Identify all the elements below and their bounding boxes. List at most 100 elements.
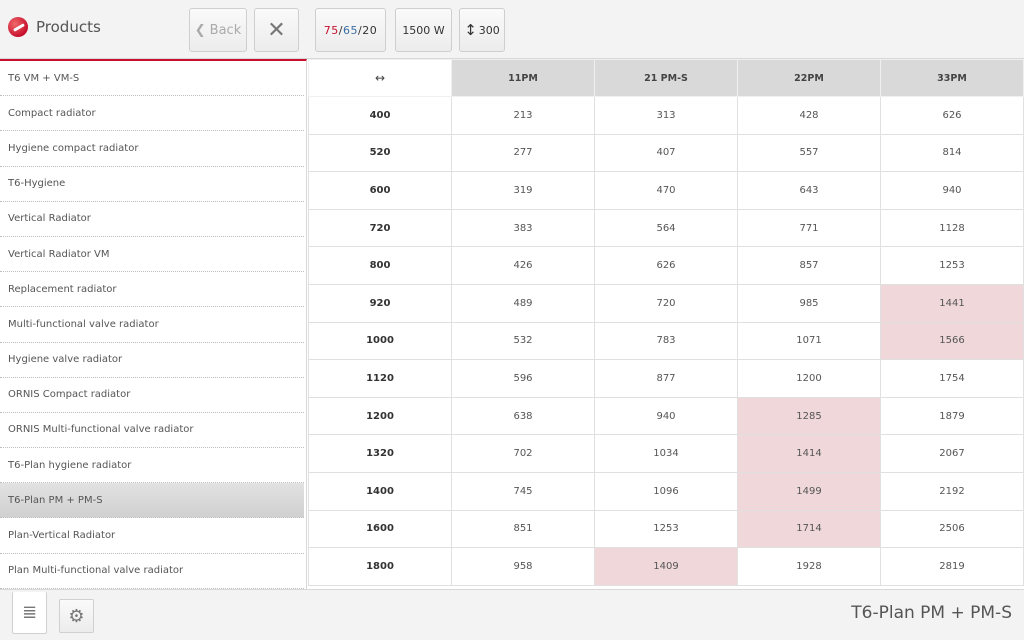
sidebar-item[interactable]: Plan Multi-functional valve radiator [0, 554, 304, 589]
output-cell[interactable]: 940 [594, 396, 738, 436]
output-cell[interactable]: 626 [880, 96, 1024, 135]
row-length: 720 [308, 208, 452, 248]
row-length: 1400 [308, 471, 452, 511]
table-row: 1800 958 1409 1928 2819 [308, 547, 1024, 586]
output-cell[interactable]: 771 [737, 208, 881, 248]
sidebar-item[interactable]: Multi-functional valve radiator [0, 307, 304, 343]
height-button[interactable]: ↕ 300 [459, 8, 505, 52]
output-cell[interactable]: 638 [451, 396, 595, 436]
flow-temp: 75 [323, 23, 339, 37]
output-cell[interactable]: 1034 [594, 434, 738, 473]
column-header: 22PM [737, 59, 881, 97]
column-header: 11PM [451, 59, 595, 97]
output-cell[interactable]: 857 [737, 246, 881, 285]
list-icon: ≣ [21, 602, 38, 623]
table-row: 920 489 720 985 1441 [308, 283, 1024, 323]
close-icon: ✕ [267, 17, 286, 43]
output-cell[interactable]: 1253 [880, 246, 1024, 285]
bottom-bar: ≣ ⚙ T6-Plan PM + PM-S [0, 589, 1024, 640]
table-row: 1120 596 877 1200 1754 [308, 359, 1024, 398]
output-cell[interactable]: 2506 [880, 509, 1024, 549]
output-cell[interactable]: 470 [594, 171, 738, 210]
output-cell[interactable]: 814 [880, 133, 1024, 173]
footer-title: T6-Plan PM + PM-S [851, 603, 1012, 623]
output-cell[interactable]: 1253 [594, 509, 738, 549]
table-header-row: ↔ 11PM 21 PM-S 22PM 33PM [308, 59, 1024, 97]
sidebar-item[interactable]: T6-Plan hygiene radiator [0, 448, 304, 484]
output-cell[interactable]: 1928 [737, 547, 881, 586]
sidebar-item[interactable]: Vertical Radiator VM [0, 237, 304, 273]
list-button[interactable]: ≣ [12, 592, 47, 634]
power-button[interactable]: 1500 W [395, 8, 452, 52]
sidebar-item[interactable]: T6-Hygiene [0, 167, 304, 202]
output-cell[interactable]: 213 [451, 96, 595, 135]
output-cell[interactable]: 1441 [880, 283, 1024, 323]
output-cell[interactable]: 426 [451, 246, 595, 285]
output-cell[interactable]: 407 [594, 133, 738, 173]
chevron-left-icon: ❮ [194, 22, 206, 38]
output-cell[interactable]: 877 [594, 359, 738, 398]
row-length: 400 [308, 96, 452, 135]
close-button[interactable]: ✕ [254, 8, 299, 52]
output-cell[interactable]: 383 [451, 208, 595, 248]
output-cell[interactable]: 851 [451, 509, 595, 549]
sidebar-item[interactable]: Hygiene valve radiator [0, 343, 304, 378]
sidebar-item[interactable]: ORNIS Compact radiator [0, 378, 304, 413]
output-cell[interactable]: 985 [737, 283, 881, 323]
output-cell[interactable]: 489 [451, 283, 595, 323]
output-cell[interactable]: 1200 [737, 359, 881, 398]
page-title: Products [36, 18, 101, 36]
sidebar-item[interactable]: Vertical Radiator [0, 202, 304, 237]
output-cell[interactable]: 277 [451, 133, 595, 173]
output-cell[interactable]: 2067 [880, 434, 1024, 473]
table-row: 1200 638 940 1285 1879 [308, 396, 1024, 436]
output-cell[interactable]: 1714 [737, 509, 881, 549]
output-cell[interactable]: 626 [594, 246, 738, 285]
output-cell[interactable]: 428 [737, 96, 881, 135]
sidebar-item[interactable]: T6 VM + VM-S [0, 61, 304, 97]
output-cell[interactable]: 319 [451, 171, 595, 210]
output-cell[interactable]: 1096 [594, 471, 738, 511]
output-cell[interactable]: 783 [594, 321, 738, 361]
back-button[interactable]: ❮ Back [189, 8, 247, 52]
row-length: 1000 [308, 321, 452, 361]
table-row: 520 277 407 557 814 [308, 133, 1024, 173]
sidebar-item[interactable]: Plan-Vertical Radiator [0, 518, 304, 554]
output-cell[interactable]: 643 [737, 171, 881, 210]
logo-icon [8, 17, 28, 37]
length-icon: ↔ [308, 59, 452, 97]
output-cell[interactable]: 557 [737, 133, 881, 173]
output-cell[interactable]: 745 [451, 471, 595, 511]
sidebar-item[interactable]: Compact radiator [0, 96, 304, 132]
output-cell[interactable]: 1754 [880, 359, 1024, 398]
output-cell[interactable]: 532 [451, 321, 595, 361]
output-cell[interactable]: 1879 [880, 396, 1024, 436]
output-cell[interactable]: 596 [451, 359, 595, 398]
sidebar-item[interactable]: ORNIS Multi-functional valve radiator [0, 413, 304, 449]
sidebar-item[interactable]: Hygiene compact radiator [0, 131, 304, 167]
output-cell[interactable]: 702 [451, 434, 595, 473]
sidebar-item[interactable]: T6-Plan PM + PM-S [0, 483, 304, 519]
output-cell[interactable]: 958 [451, 547, 595, 586]
output-cell[interactable]: 940 [880, 171, 1024, 210]
output-cell[interactable]: 1128 [880, 208, 1024, 248]
gear-icon: ⚙ [68, 605, 85, 627]
output-cell[interactable]: 1071 [737, 321, 881, 361]
output-cell[interactable]: 1414 [737, 434, 881, 473]
row-length: 1320 [308, 434, 452, 473]
room-temp: 20 [362, 23, 378, 37]
output-cell[interactable]: 1566 [880, 321, 1024, 361]
output-cell[interactable]: 564 [594, 208, 738, 248]
output-cell[interactable]: 313 [594, 96, 738, 135]
output-cell[interactable]: 2819 [880, 547, 1024, 586]
output-cell[interactable]: 2192 [880, 471, 1024, 511]
sidebar-item[interactable]: Replacement radiator [0, 272, 304, 308]
row-length: 800 [308, 246, 452, 285]
table-row: 400 213 313 428 626 [308, 96, 1024, 135]
output-cell[interactable]: 1409 [594, 547, 738, 586]
output-cell[interactable]: 1285 [737, 396, 881, 436]
temperature-button[interactable]: 75/65/20 [315, 8, 386, 52]
settings-button[interactable]: ⚙ [59, 599, 94, 633]
output-cell[interactable]: 720 [594, 283, 738, 323]
output-cell[interactable]: 1499 [737, 471, 881, 511]
